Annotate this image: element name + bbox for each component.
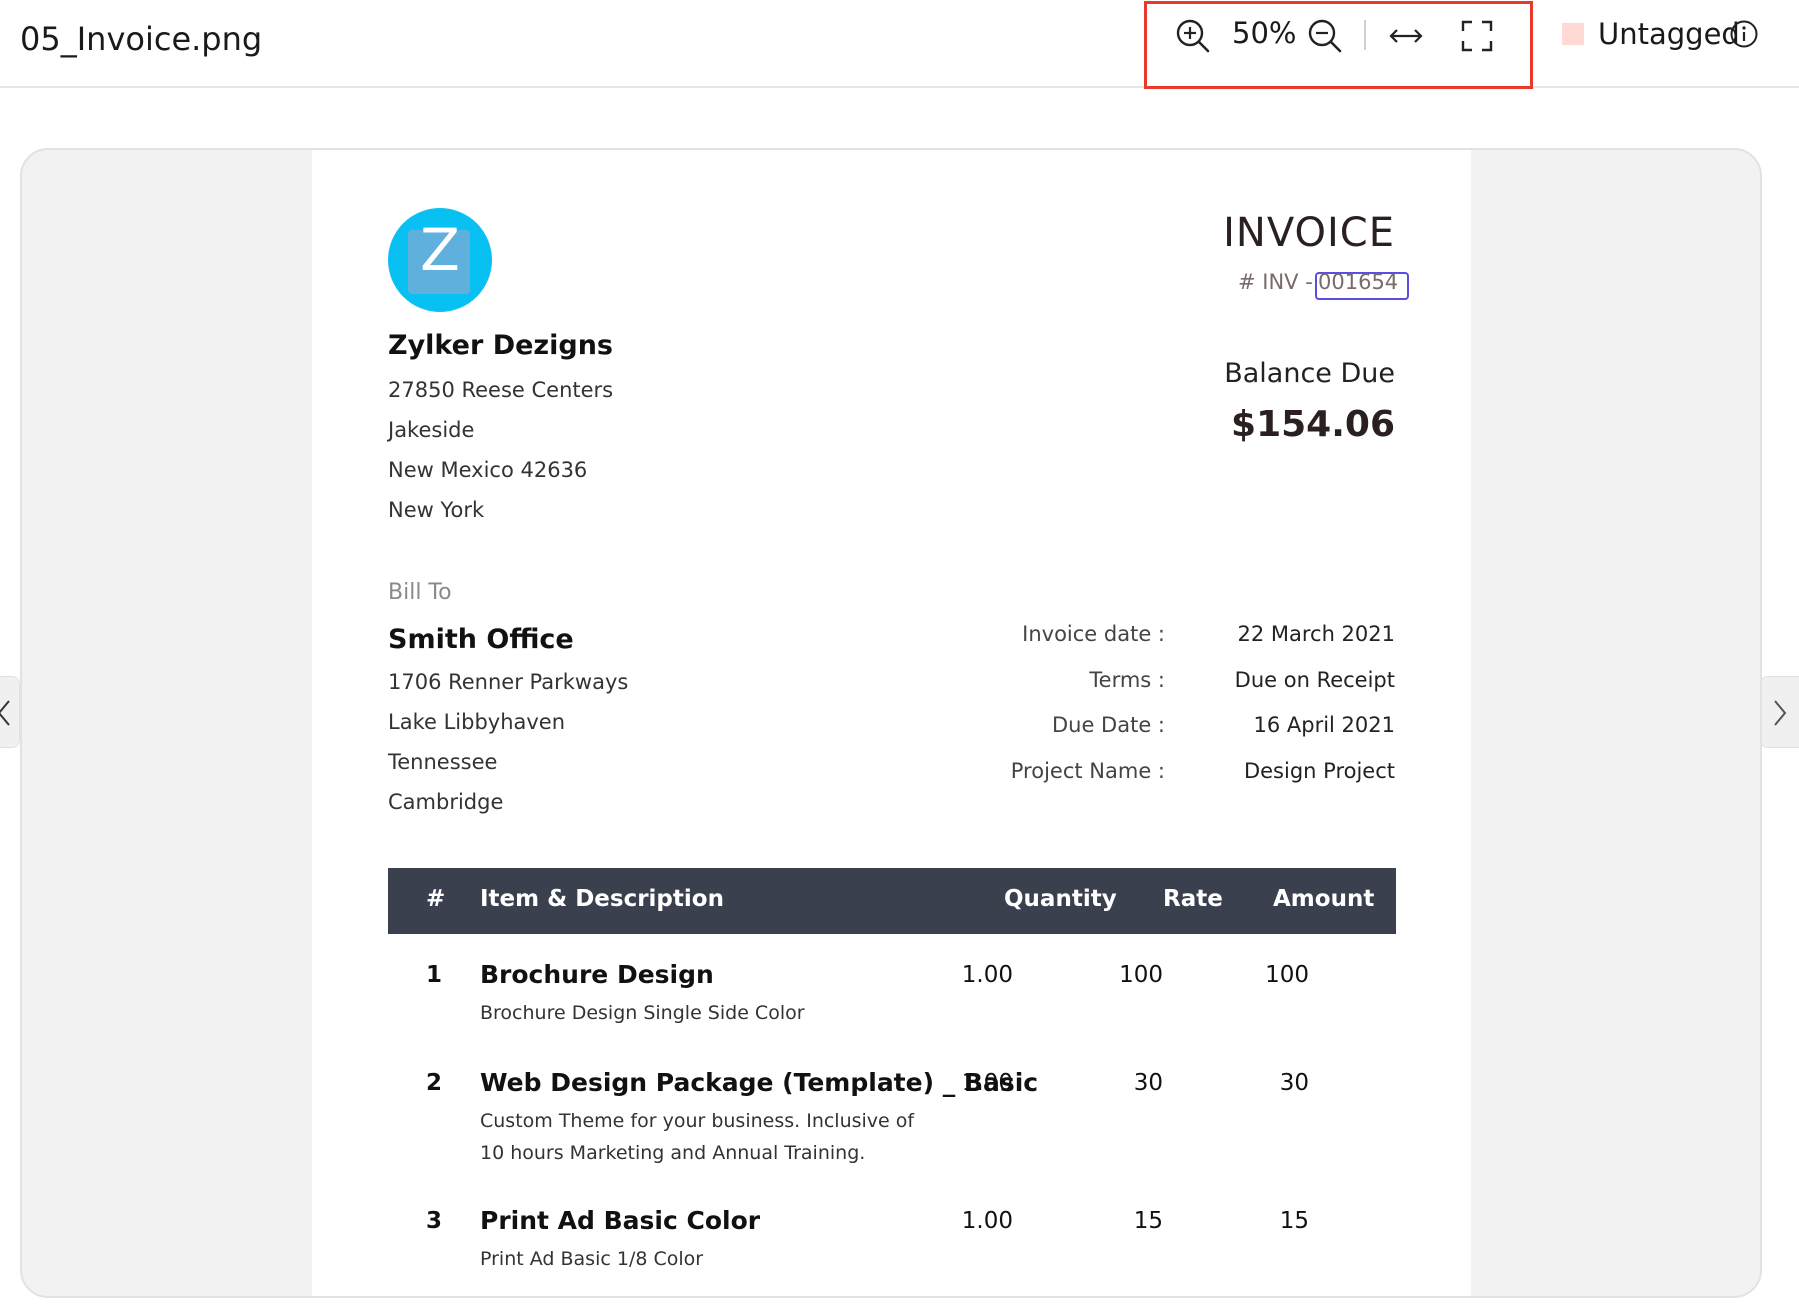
fit-width-icon[interactable]: [1386, 16, 1426, 56]
invoice-number-prefix: # INV -: [1238, 270, 1313, 294]
client-address-line: 1706 Renner Parkways: [388, 670, 629, 694]
item-quantity: 1.00: [961, 1070, 1013, 1096]
item-name: Print Ad Basic Color: [480, 1206, 761, 1235]
item-description: Custom Theme for your business. Inclusiv…: [480, 1110, 915, 1132]
company-logo: Z: [388, 208, 492, 312]
invoice-page: Z Zylker Dezigns 27850 Reese Centers Jak…: [312, 150, 1471, 1296]
invoice-title: INVOICE: [1223, 210, 1395, 256]
balance-due-label: Balance Due: [1224, 358, 1395, 389]
invoice-date-value: 22 March 2021: [1237, 622, 1395, 646]
previous-image-button[interactable]: [0, 676, 20, 748]
column-header-item: Item & Description: [480, 886, 724, 912]
file-name: 05_Invoice.png: [20, 20, 263, 58]
item-description: 10 hours Marketing and Annual Training.: [480, 1142, 866, 1164]
item-rate: 30: [1133, 1070, 1163, 1096]
project-name-value: Design Project: [1243, 759, 1395, 783]
item-rate: 15: [1133, 1208, 1163, 1234]
due-date-value: 16 April 2021: [1253, 713, 1395, 737]
chevron-left-icon: [0, 700, 10, 726]
company-address-line: Jakeside: [388, 418, 475, 442]
fullscreen-icon[interactable]: [1457, 16, 1497, 56]
zoom-out-icon[interactable]: [1305, 16, 1345, 56]
client-address-line: Tennessee: [388, 750, 498, 774]
tag-label[interactable]: Untagged: [1598, 17, 1740, 51]
next-image-button[interactable]: [1760, 676, 1799, 748]
chevron-right-icon: [1774, 700, 1787, 726]
column-header-amount: Amount: [1273, 886, 1375, 912]
project-name-label: Project Name :: [1010, 759, 1165, 783]
item-quantity: 1.00: [961, 962, 1013, 988]
items-table-header: # Item & Description Quantity Rate Amoun…: [388, 868, 1396, 934]
zoom-level: 50%: [1232, 16, 1297, 50]
item-quantity: 1.00: [961, 1208, 1013, 1234]
item-rate: 100: [1119, 962, 1163, 988]
image-viewer: Z Zylker Dezigns 27850 Reese Centers Jak…: [20, 148, 1762, 1298]
item-amount: 100: [1265, 962, 1309, 988]
terms-label: Terms :: [1089, 668, 1165, 692]
client-address-line: Lake Libbyhaven: [388, 710, 566, 734]
item-description: Print Ad Basic 1/8 Color: [480, 1248, 704, 1270]
client-address-line: Cambridge: [388, 790, 504, 814]
due-date-label: Due Date :: [1051, 713, 1165, 737]
column-header-rate: Rate: [1163, 886, 1223, 912]
table-row-number: 3: [426, 1208, 443, 1234]
terms-value: Due on Receipt: [1234, 668, 1395, 692]
column-header-number: #: [426, 886, 446, 912]
company-address-line: New York: [388, 498, 485, 522]
table-row-number: 2: [426, 1070, 443, 1096]
toolbar-divider: [1364, 20, 1366, 50]
top-bar: 05_Invoice.png 50% Untagged: [0, 0, 1799, 89]
table-row-number: 1: [426, 962, 443, 988]
client-name: Smith Office: [388, 624, 574, 655]
item-description: Brochure Design Single Side Color: [480, 1002, 805, 1024]
zoom-in-icon[interactable]: [1173, 16, 1213, 56]
column-header-quantity: Quantity: [1004, 886, 1117, 912]
item-amount: 15: [1279, 1208, 1309, 1234]
company-address-line: 27850 Reese Centers: [388, 378, 614, 402]
info-icon[interactable]: [1729, 19, 1759, 49]
company-name: Zylker Dezigns: [388, 330, 614, 361]
item-amount: 30: [1279, 1070, 1309, 1096]
invoice-number: 001654: [1318, 270, 1399, 294]
tag-color-swatch[interactable]: [1562, 23, 1584, 45]
company-address-line: New Mexico 42636: [388, 458, 588, 482]
item-name: Web Design Package (Template) _ Basic: [480, 1068, 1039, 1097]
bill-to-label: Bill To: [388, 580, 452, 605]
invoice-date-label: Invoice date :: [1022, 622, 1165, 646]
item-name: Brochure Design: [480, 960, 714, 989]
balance-due-amount: $154.06: [1231, 404, 1395, 445]
